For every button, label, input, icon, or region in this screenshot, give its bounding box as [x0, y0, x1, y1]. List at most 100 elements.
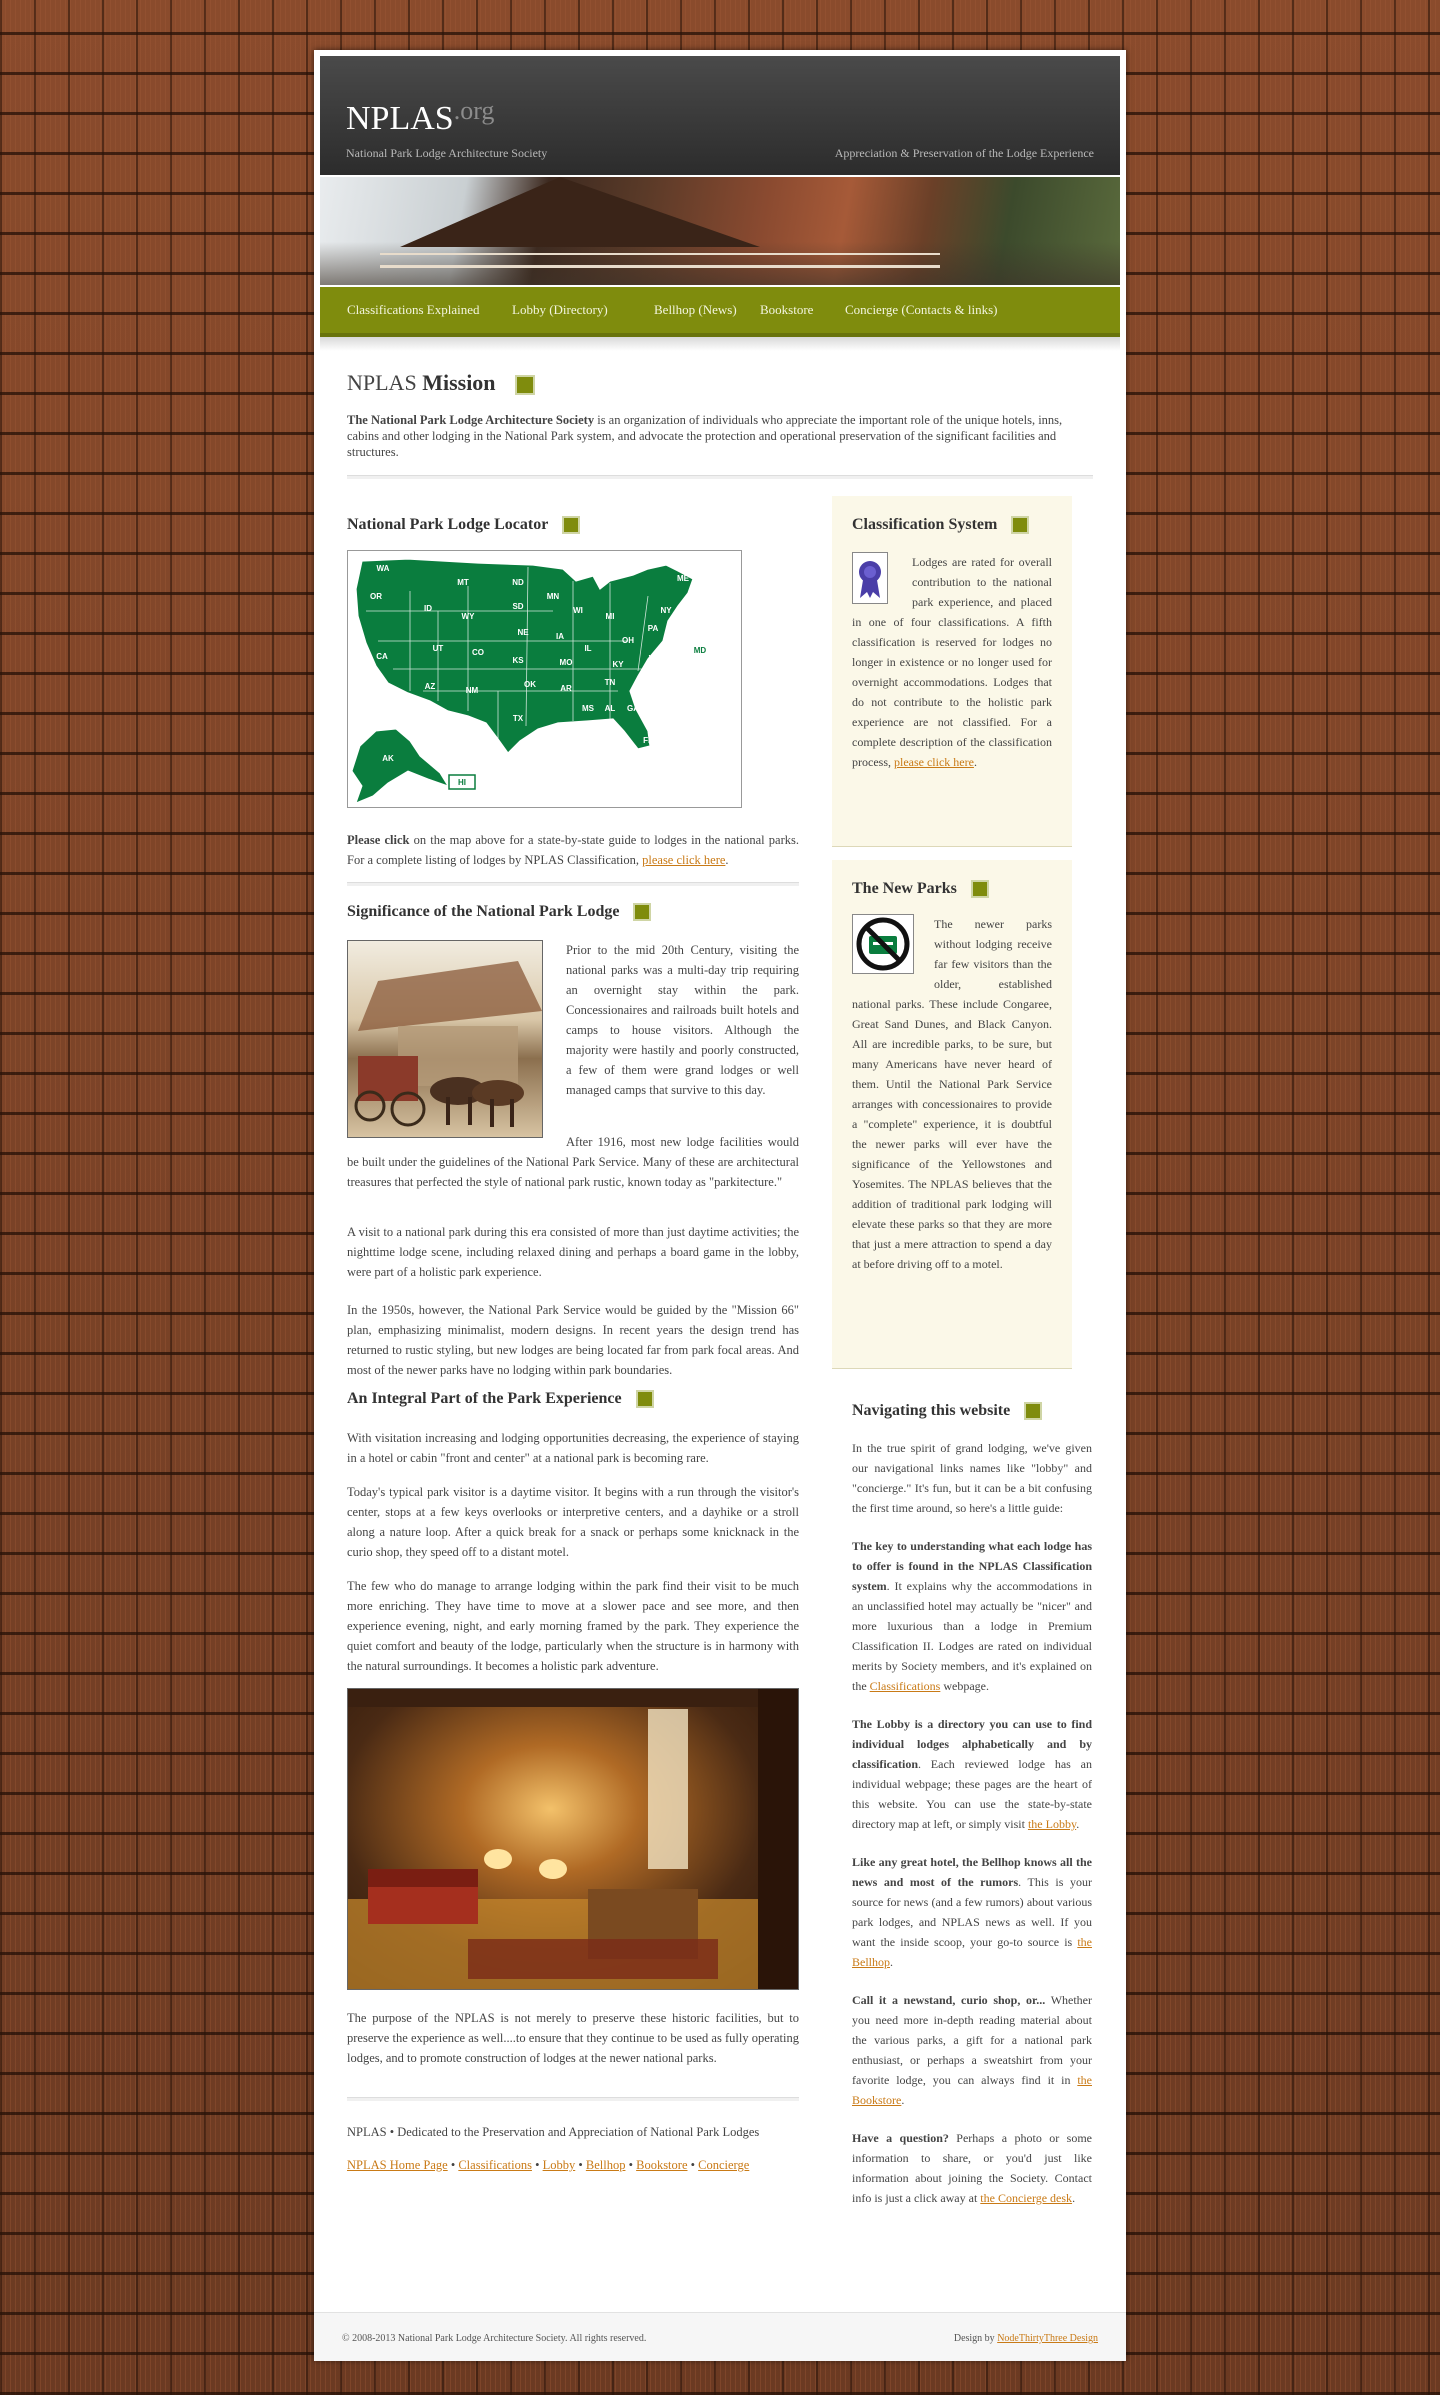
- navigating-classifications-link[interactable]: Classifications: [870, 1679, 941, 1693]
- bottom-link-home[interactable]: NPLAS Home Page: [347, 2158, 448, 2172]
- link-separator: •: [535, 2158, 540, 2172]
- state-label-mn[interactable]: MN: [547, 592, 560, 601]
- state-label-pa[interactable]: PA: [648, 624, 659, 633]
- heading-square-icon: [633, 903, 652, 922]
- state-label-nm[interactable]: NM: [466, 686, 479, 695]
- classification-heading: Classification System: [852, 516, 1030, 535]
- state-label-ok[interactable]: OK: [524, 680, 536, 689]
- mission-intro-bold: The National Park Lodge Architecture Soc…: [347, 413, 595, 427]
- state-label-ky[interactable]: KY: [612, 660, 624, 669]
- state-label-al[interactable]: AL: [605, 704, 616, 713]
- nav-shadow: [320, 337, 1120, 351]
- state-label-id[interactable]: ID: [424, 604, 432, 613]
- navigating-bookstore: Call it a newstand, curio shop, or... Wh…: [852, 1990, 1092, 2110]
- state-label-va[interactable]: VA: [649, 654, 660, 663]
- state-label-wy[interactable]: WY: [462, 612, 476, 621]
- classification-body: Lodges are rated for overall contributio…: [852, 552, 1052, 772]
- stagecoach-illustration: [354, 961, 542, 1127]
- navigating-concierge: Have a question? Perhaps a photo or some…: [852, 2128, 1092, 2208]
- no-lodging-icon: [852, 914, 914, 974]
- state-label-ks[interactable]: KS: [512, 656, 524, 665]
- state-label-il[interactable]: IL: [584, 644, 591, 653]
- navigating-lobby-link[interactable]: the Lobby: [1028, 1817, 1076, 1831]
- state-label-sc[interactable]: SC: [642, 690, 653, 699]
- nav-lobby[interactable]: Lobby (Directory): [512, 302, 608, 318]
- state-label-md[interactable]: MD: [694, 646, 707, 655]
- state-label-nd[interactable]: ND: [512, 578, 524, 587]
- logo-main: NPLAS: [346, 100, 454, 137]
- state-label-ia[interactable]: IA: [556, 632, 564, 641]
- bottom-link-bellhop[interactable]: Bellhop: [586, 2158, 626, 2172]
- site-tagline: Appreciation & Preservation of the Lodge…: [834, 146, 1094, 160]
- navigating-heading: Navigating this website: [852, 1402, 1043, 1421]
- nav-bellhop[interactable]: Bellhop (News): [654, 302, 737, 318]
- us-lodge-map[interactable]: WA OR MT ND SD MN WY ID ME MI WI CA UT CO NE IA IL OH PA NY…: [347, 550, 742, 808]
- state-label-fl[interactable]: FL: [643, 736, 653, 745]
- site-logo[interactable]: NPLAS.org: [346, 96, 494, 138]
- state-label-sd[interactable]: SD: [512, 602, 523, 611]
- navigating-body: In the true spirit of grand lodging, we'…: [852, 1438, 1092, 2208]
- state-label-az[interactable]: AZ: [425, 682, 436, 691]
- classification-heading-text: Classification System: [852, 516, 998, 533]
- heading-square-icon: [515, 374, 536, 395]
- state-label-ne[interactable]: NE: [517, 628, 529, 637]
- navigating-concierge-link[interactable]: the Concierge desk: [980, 2191, 1072, 2205]
- significance-p4: In the 1950s, however, the National Park…: [347, 1303, 799, 1377]
- bottom-link-concierge[interactable]: Concierge: [698, 2158, 749, 2172]
- state-label-ar[interactable]: AR: [560, 684, 572, 693]
- bottom-link-bookstore[interactable]: Bookstore: [636, 2158, 687, 2172]
- integral-p2: Today's typical park visitor is a daytim…: [347, 1485, 799, 1559]
- state-label-mi[interactable]: MI: [606, 612, 615, 621]
- state-label-tx[interactable]: TX: [513, 714, 524, 723]
- designer-link[interactable]: NodeThirtyThree Design: [997, 2333, 1098, 2344]
- navigating-classifications-end: webpage.: [940, 1679, 989, 1693]
- nav-concierge[interactable]: Concierge (Contacts & links): [845, 302, 997, 318]
- locator-classification-link[interactable]: please click here: [642, 853, 725, 867]
- mission-heading-prefix: NPLAS: [347, 370, 417, 395]
- new-parks-panel: The New Parks The newer parks without lo…: [832, 860, 1072, 1369]
- state-label-ak[interactable]: AK: [382, 754, 394, 763]
- period: .: [725, 853, 729, 867]
- link-separator: •: [578, 2158, 583, 2172]
- state-label-mt[interactable]: MT: [457, 578, 469, 587]
- state-label-hi[interactable]: HI: [458, 778, 466, 787]
- state-label-oh[interactable]: OH: [622, 636, 634, 645]
- divider: [347, 882, 799, 886]
- state-label-ut[interactable]: UT: [433, 644, 444, 653]
- state-label-me[interactable]: ME: [677, 574, 690, 583]
- us-map-svg[interactable]: WA OR MT ND SD MN WY ID ME MI WI CA UT CO NE IA IL OH PANY…: [348, 551, 741, 807]
- heading-square-icon: [970, 880, 989, 899]
- classification-link[interactable]: please click here: [894, 755, 974, 769]
- heading-square-icon: [1024, 1402, 1043, 1421]
- significance-p1: Prior to the mid 20th Century, visiting …: [566, 943, 799, 1097]
- design-credit-prefix: Design by: [953, 2333, 998, 2344]
- nav-bookstore[interactable]: Bookstore: [760, 302, 813, 318]
- period: .: [973, 755, 977, 769]
- state-label-nc[interactable]: NC: [648, 672, 660, 681]
- state-label-co[interactable]: CO: [472, 648, 484, 657]
- state-label-ga[interactable]: GA: [627, 704, 639, 713]
- state-label-ms[interactable]: MS: [582, 704, 595, 713]
- lodge-interior-illustration: [348, 1689, 798, 1989]
- locator-caption-bold: Please click: [347, 833, 410, 847]
- copyright-text: © 2008-2013 National Park Lodge Architec…: [342, 2333, 647, 2344]
- state-label-wa[interactable]: WA: [377, 564, 390, 573]
- lodge-interior-photo: [347, 1688, 799, 1990]
- bottom-link-classifications[interactable]: Classifications: [458, 2158, 532, 2172]
- state-label-mo[interactable]: MO: [560, 658, 573, 667]
- integral-heading-text: An Integral Part of the Park Experience: [347, 1390, 622, 1407]
- link-separator: •: [690, 2158, 696, 2172]
- state-label-or[interactable]: OR: [370, 592, 382, 601]
- state-label-tn[interactable]: TN: [605, 678, 616, 687]
- page-container: NPLAS.org National Park Lodge Architectu…: [314, 50, 1126, 2361]
- state-label-wi[interactable]: WI: [573, 606, 583, 615]
- alaska-shape[interactable]: [351, 728, 450, 804]
- locator-caption-text: on the map above for a state-by-state gu…: [347, 833, 799, 867]
- dedication-text: NPLAS • Dedicated to the Preservation an…: [347, 2125, 760, 2139]
- nav-classifications[interactable]: Classifications Explained: [347, 302, 480, 318]
- bottom-link-lobby[interactable]: Lobby: [543, 2158, 576, 2172]
- state-label-ny[interactable]: NY: [660, 606, 672, 615]
- state-label-ca[interactable]: CA: [376, 652, 388, 661]
- design-credit: Design by NodeThirtyThree Design: [954, 2333, 1098, 2344]
- locator-heading-text: National Park Lodge Locator: [347, 516, 549, 533]
